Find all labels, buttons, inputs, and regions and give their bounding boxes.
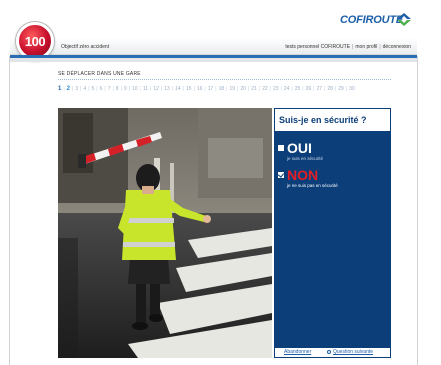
pager-separator: | — [334, 86, 337, 92]
pager-item-30[interactable]: 30 — [349, 86, 355, 92]
question-header: Suis-je en sécurité ? — [274, 108, 391, 132]
checkbox-non[interactable] — [278, 172, 284, 178]
checkbox-oui[interactable] — [278, 145, 284, 151]
option-non[interactable]: NON je ne suis pas en sécurité — [278, 168, 338, 188]
pager-separator: | — [258, 86, 261, 92]
pager-separator: | — [112, 86, 114, 92]
pager-separator: | — [104, 86, 106, 92]
pager-item-5[interactable]: 5 — [92, 86, 95, 92]
logo-badge-text: 100 — [24, 33, 46, 49]
pager-separator: | — [291, 86, 293, 92]
question-title: Suis-je en sécurité ? — [279, 115, 367, 125]
option-oui-label: OUI — [287, 140, 312, 156]
brand-name[interactable]: COFIROUTE — [340, 14, 403, 26]
pager-separator: | — [139, 86, 141, 92]
pager-item-18[interactable]: 18 — [219, 86, 225, 92]
section-divider — [58, 79, 391, 80]
pager-separator: | — [193, 86, 195, 92]
pager-separator: | — [96, 86, 98, 92]
next-bullet-icon — [327, 350, 331, 354]
pager-separator: | — [150, 86, 152, 92]
option-oui[interactable]: OUI je suis en sécurité — [278, 141, 323, 161]
pager-item-23[interactable]: 23 — [273, 86, 279, 92]
pager-separator: | — [302, 86, 304, 92]
pager-item-15[interactable]: 15 — [186, 86, 192, 92]
section-title: SE DÉPLACER DANS UNE GARE — [58, 71, 141, 77]
frame-left-border — [9, 56, 10, 365]
question-pager: 1 | 2 | 3 | 4 | 5 | 6 | 7 | 8 | 9 | 10 | 11 | 12 | 13 | 14 | 15 | 16 | 1… — [58, 85, 388, 93]
abandon-link[interactable]: Abandonner — [284, 349, 311, 355]
pager-item-17[interactable]: 17 — [208, 86, 214, 92]
option-non-label: NON — [287, 167, 319, 183]
pager-separator: | — [182, 86, 184, 92]
pager-item-28[interactable]: 28 — [327, 86, 333, 92]
top-links: tests personnel COFIROUTE | mon profil | déc… — [285, 44, 411, 50]
pager-item-14[interactable]: 14 — [175, 86, 181, 92]
pager-separator: | — [88, 86, 90, 92]
pager-separator: | — [128, 86, 130, 92]
question-panel: Suis-je en sécurité ? OUI je suis en séc… — [274, 108, 391, 348]
pager-item-10[interactable]: 10 — [132, 86, 138, 92]
pager-item-2[interactable]: 2 — [67, 86, 70, 92]
pager-separator: | — [313, 86, 315, 92]
pager-item-27[interactable]: 27 — [316, 86, 322, 92]
pager-item-8[interactable]: 8 — [116, 86, 119, 92]
tagline: Objectif zéro accident — [61, 44, 110, 50]
pager-separator: | — [204, 86, 206, 92]
pager-separator: | — [226, 86, 228, 92]
pager-item-9[interactable]: 9 — [124, 86, 127, 92]
pager-item-19[interactable]: 19 — [229, 86, 235, 92]
pager-separator: | — [80, 86, 82, 92]
link-separator: | — [379, 44, 381, 50]
pager-separator: | — [160, 86, 163, 92]
pager-item-7[interactable]: 7 — [108, 86, 111, 92]
link-mon-profil[interactable]: mon profil — [355, 44, 377, 50]
link-separator: | — [352, 44, 354, 50]
pager-item-16[interactable]: 16 — [197, 86, 203, 92]
pager-separator: | — [324, 86, 326, 92]
option-oui-sublabel: je suis en sécurité — [287, 156, 324, 161]
pager-separator: | — [247, 86, 250, 92]
pager-item-29[interactable]: 29 — [338, 86, 344, 92]
option-non-sublabel: je ne suis pas en sécurité — [287, 183, 338, 188]
pager-separator: | — [237, 86, 239, 92]
question-footer: Abandonner Question suivante — [274, 348, 391, 358]
pager-separator: | — [72, 86, 74, 92]
pager-item-26[interactable]: 26 — [306, 86, 312, 92]
pager-item-20[interactable]: 20 — [240, 86, 246, 92]
pager-separator: | — [120, 86, 122, 92]
pager-item-11[interactable]: 11 — [143, 86, 148, 92]
pager-item-13[interactable]: 13 — [164, 86, 170, 92]
link-tests-personnel[interactable]: tests personnel COFIROUTE — [285, 44, 350, 50]
cofiroute-logo-icon — [397, 13, 411, 26]
next-question-link[interactable]: Question suivante — [333, 349, 373, 355]
link-deconnexion[interactable]: déconnexion — [383, 44, 411, 50]
pager-item-12[interactable]: 12 — [153, 86, 159, 92]
pager-separator: | — [63, 86, 65, 92]
scene-illustration — [58, 108, 272, 358]
page: 100 Objectif zéro accident COFIROUTE tes… — [0, 0, 441, 365]
pager-item-24[interactable]: 24 — [284, 86, 290, 92]
pager-item-6[interactable]: 6 — [100, 86, 103, 92]
pager-separator: | — [269, 86, 271, 92]
pager-separator: | — [215, 86, 217, 92]
pager-item-3[interactable]: 3 — [75, 86, 78, 92]
pager-separator: | — [280, 86, 282, 92]
pager-item-4[interactable]: 4 — [83, 86, 86, 92]
pager-item-1[interactable]: 1 — [58, 86, 61, 92]
header-grey-rule — [10, 58, 417, 62]
pager-item-22[interactable]: 22 — [262, 86, 268, 92]
pager-item-25[interactable]: 25 — [295, 86, 301, 92]
scene-photo — [58, 108, 272, 358]
pager-item-21[interactable]: 21 — [251, 86, 257, 92]
frame-right-border — [417, 56, 418, 365]
pager-separator: | — [171, 86, 174, 92]
pager-separator: | — [345, 86, 348, 92]
